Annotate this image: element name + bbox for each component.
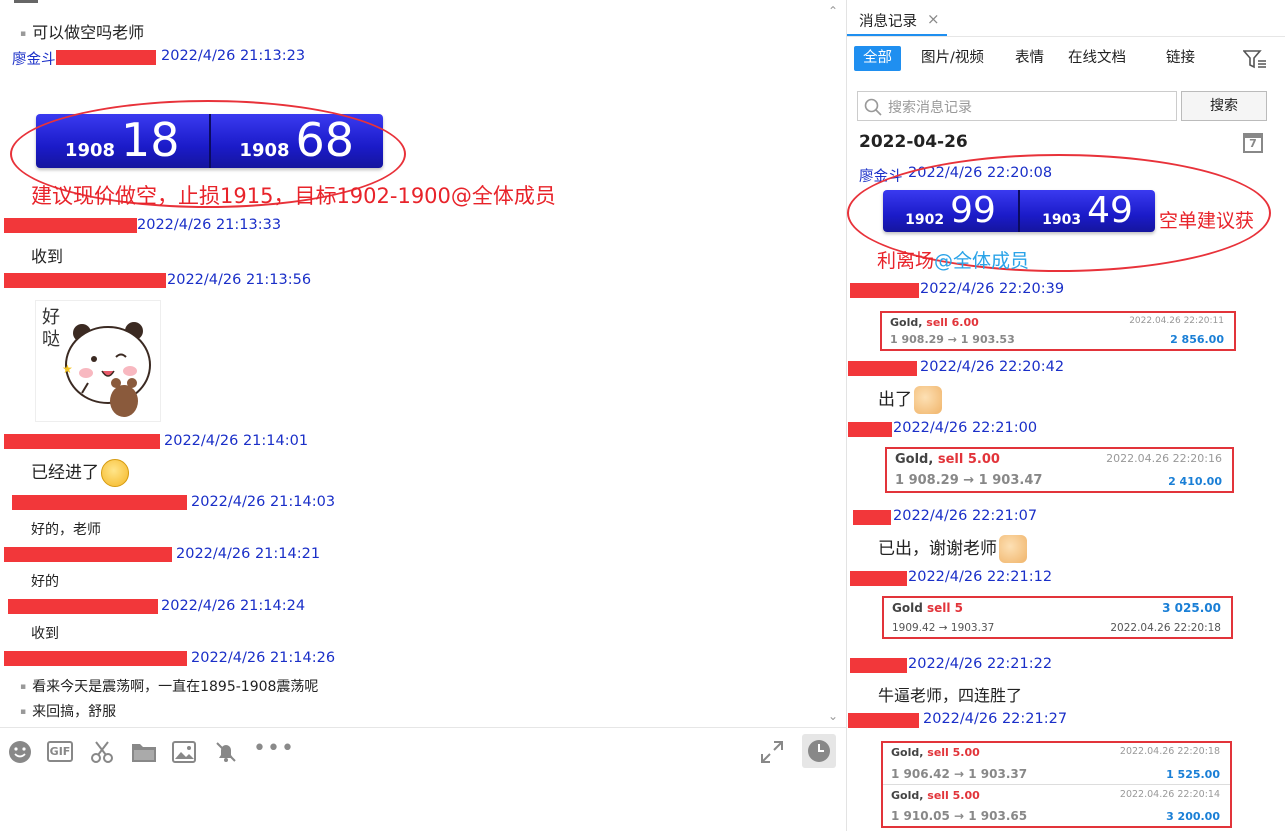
date-header: 2022-04-26 (859, 132, 968, 152)
trade-row: Gold, sell 5.00 1 906.42 → 1 903.37 2022… (883, 743, 1230, 785)
history-button[interactable] (802, 734, 836, 768)
trade-card[interactable]: Gold sell 5 1909.42 → 1903.37 3 025.00 2… (882, 596, 1233, 639)
thumbs-up-icon (999, 535, 1027, 563)
message-timestamp: 2022/4/26 21:14:26 (191, 650, 336, 666)
message-timestamp: 2022/4/26 22:21:00 (893, 420, 1038, 436)
redaction-bar (850, 283, 919, 298)
message-text: 好的 (31, 574, 59, 590)
filter-icon[interactable] (1243, 49, 1267, 69)
message-timestamp: 2022/4/26 22:21:12 (908, 569, 1053, 585)
sticker-caption: 好哒 (42, 307, 60, 350)
tab-title: 消息记录 (859, 14, 917, 30)
mention-all[interactable]: @全体成员 (934, 250, 1029, 272)
message-timestamp: 2022/4/26 22:20:42 (920, 359, 1065, 375)
grin-emoji-icon (101, 459, 129, 487)
message-history-panel: 消息记录 × 全部 图片/视频 表情 在线文档 链接 搜索消息记录 搜索 202… (846, 0, 1285, 831)
panda-icon: ★ (62, 322, 151, 417)
scissors-icon[interactable] (90, 740, 114, 764)
divider (847, 36, 1285, 37)
redaction-bar (56, 50, 156, 65)
tab-message-history[interactable]: 消息记录 × (847, 0, 947, 36)
close-icon[interactable]: × (927, 10, 940, 28)
message-timestamp: 2022/4/26 21:14:24 (161, 598, 306, 614)
message-timestamp: 2022/4/26 21:13:33 (137, 217, 282, 233)
redaction-bar (8, 599, 158, 614)
redaction-bar (4, 218, 137, 233)
redaction-bar (12, 495, 187, 510)
redaction-bar (853, 510, 891, 525)
redaction-bar (4, 273, 166, 288)
message-text: 收到 (31, 247, 64, 266)
redaction-bar (4, 547, 172, 562)
redaction-bar (848, 713, 919, 728)
svg-text:★: ★ (62, 362, 73, 376)
filter-online-docs[interactable]: 在线文档 (1059, 46, 1135, 71)
filter-images-videos[interactable]: 图片/视频 (912, 46, 993, 71)
redaction-bar (4, 651, 187, 666)
bell-off-icon[interactable] (214, 740, 238, 764)
message-timestamp: 2022/4/26 22:20:39 (920, 281, 1065, 297)
message-text: 已经进了 (31, 458, 129, 487)
message-text: 出了 (878, 385, 942, 414)
gif-icon[interactable]: GIF (47, 741, 73, 762)
filter-all[interactable]: 全部 (854, 46, 901, 71)
annotation-text: 利离场@全体成员 (877, 250, 1030, 272)
message-timestamp: 2022/4/26 22:21:22 (908, 656, 1053, 672)
message-text: 可以做空吗老师 (20, 19, 144, 43)
message-text: 已出，谢谢老师 (878, 534, 1027, 563)
trade-card[interactable]: Gold, sell 5.00 1 908.29 → 1 903.47 2022… (885, 447, 1234, 493)
message-text: 来回搞，舒服 (20, 701, 116, 721)
divider (0, 727, 846, 728)
calendar-icon[interactable]: 7 (1243, 133, 1263, 153)
redaction-bar (848, 361, 917, 376)
image-icon[interactable] (172, 741, 196, 763)
message-timestamp: 2022/4/26 21:13:56 (167, 272, 312, 288)
redaction-bar (850, 571, 907, 586)
annotation-text: 空单建议获 (1159, 210, 1255, 232)
scroll-down-icon[interactable]: ⌄ (828, 709, 838, 723)
scroll-up-icon[interactable]: ⌃ (828, 4, 838, 18)
expand-icon[interactable] (760, 740, 784, 764)
trade-card-double[interactable]: Gold, sell 5.00 1 906.42 → 1 903.37 2022… (881, 741, 1232, 828)
history-icon (808, 740, 830, 762)
message-text: 牛逼老师，四连胜了 (878, 686, 1023, 705)
filter-emoji[interactable]: 表情 (1006, 46, 1053, 71)
redaction-bar (850, 658, 907, 673)
search-placeholder: 搜索消息记录 (888, 100, 972, 116)
clipped-message (14, 0, 38, 3)
message-text: 看来今天是震荡啊，一直在1895-1908震荡呢 (20, 676, 318, 696)
trade-row: Gold, sell 5.00 1 910.05 → 1 903.65 2022… (891, 789, 1220, 823)
folder-icon[interactable] (131, 741, 157, 763)
message-timestamp: 2022/4/26 21:14:03 (191, 494, 336, 510)
message-text: 好的，老师 (31, 522, 101, 538)
message-timestamp: 2022/4/26 21:13:23 (161, 48, 306, 64)
filter-links[interactable]: 链接 (1157, 46, 1204, 71)
more-icon[interactable]: ••• (253, 736, 295, 761)
chat-pane: ⌃ 可以做空吗老师 廖金斗 2022/4/26 21:13:23 1908 18… (0, 0, 846, 831)
redaction-bar (848, 422, 892, 437)
message-timestamp: 2022/4/26 22:21:27 (923, 711, 1068, 727)
message-timestamp: 2022/4/26 21:14:21 (176, 546, 321, 562)
message-sender: 廖金斗 (12, 52, 56, 68)
search-icon (864, 98, 882, 116)
message-text: 收到 (31, 626, 59, 642)
thumbs-up-icon (914, 386, 942, 414)
sticker-image[interactable]: 好哒 ★ (35, 300, 161, 422)
redaction-bar (4, 434, 160, 449)
message-timestamp: 2022/4/26 22:21:07 (893, 508, 1038, 524)
annotation-text: 建议现价做空，止损1915，目标1902-1900@全体成员 (31, 184, 556, 208)
smile-icon[interactable] (8, 740, 32, 764)
trade-card[interactable]: Gold, sell 6.00 1 908.29 → 1 903.53 2022… (880, 311, 1236, 351)
search-input[interactable]: 搜索消息记录 (857, 91, 1177, 121)
search-button[interactable]: 搜索 (1181, 91, 1267, 121)
message-timestamp: 2022/4/26 21:14:01 (164, 433, 309, 449)
